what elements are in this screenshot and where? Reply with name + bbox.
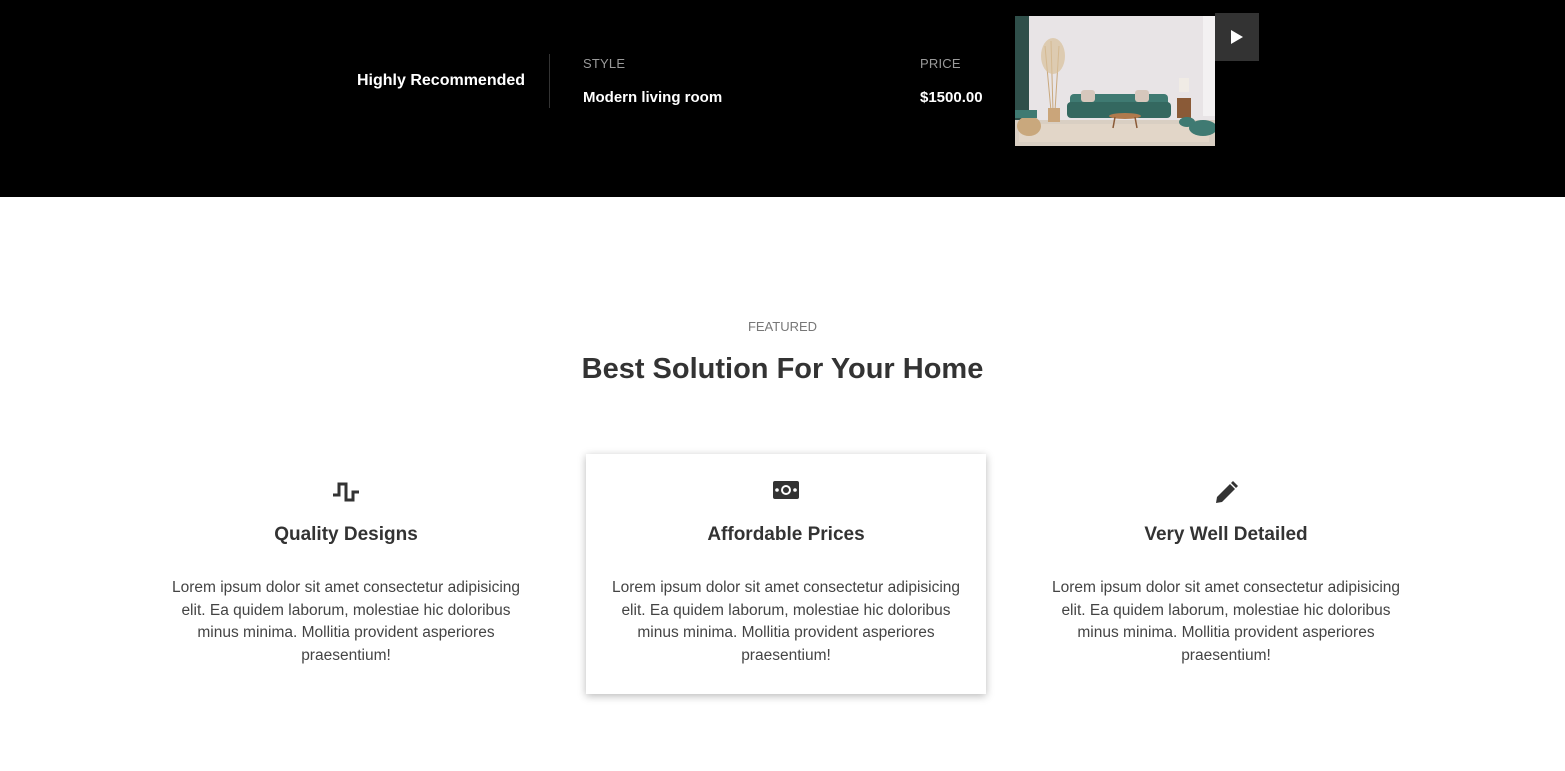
feature-card: Quality Designs Lorem ipsum dolor sit am… [146, 454, 546, 694]
feature-card: Very Well Detailed Lorem ipsum dolor sit… [1026, 454, 1426, 694]
section-eyebrow: FEATURED [747, 319, 818, 334]
money-icon [586, 481, 986, 505]
play-button[interactable] [1215, 13, 1259, 61]
price-heading: PRICE [920, 56, 961, 71]
feature-title: Affordable Prices [707, 524, 865, 545]
feature-description: Lorem ipsum dolor sit amet consectetur a… [611, 579, 961, 664]
feature-title: Quality Designs [274, 524, 418, 545]
pulse-icon [146, 481, 546, 505]
hero-bar: Highly Recommended STYLE Modern living r… [0, 0, 1565, 197]
style-heading: STYLE [583, 56, 626, 71]
recommendation-label: Highly Recommended [357, 72, 526, 89]
living-room-thumbnail[interactable] [1015, 16, 1215, 146]
divider [549, 54, 550, 108]
feature-card-highlighted: Affordable Prices Lorem ipsum dolor sit … [586, 454, 986, 694]
style-value: Modern living room [583, 89, 723, 106]
play-icon [1231, 30, 1243, 44]
feature-description: Lorem ipsum dolor sit amet consectetur a… [171, 579, 521, 664]
pencil-icon [1026, 481, 1426, 505]
price-value: $1500.00 [920, 89, 983, 106]
feature-title: Very Well Detailed [1144, 524, 1308, 545]
section-title: Best Solution For Your Home [581, 353, 984, 385]
feature-description: Lorem ipsum dolor sit amet consectetur a… [1051, 579, 1401, 664]
living-room-image [1015, 16, 1215, 146]
